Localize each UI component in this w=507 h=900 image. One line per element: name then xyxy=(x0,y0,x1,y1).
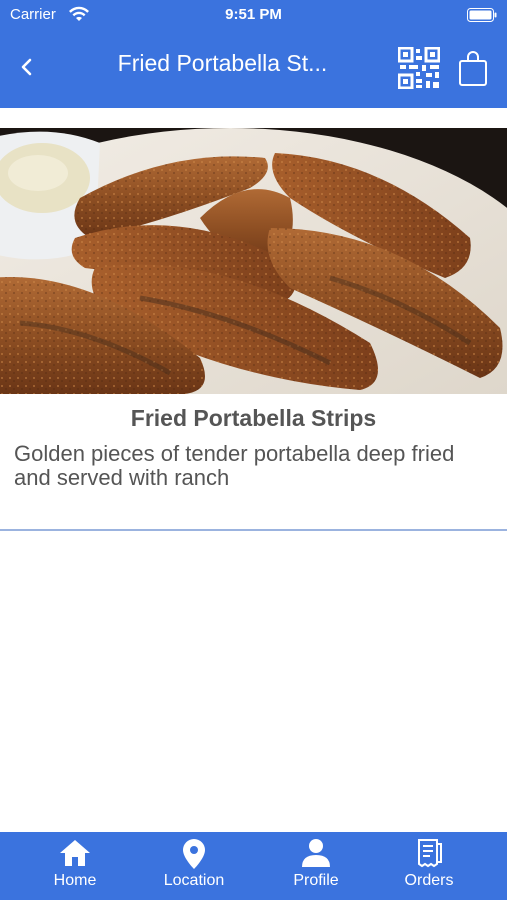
nav-bar: Fried Portabella St... xyxy=(0,30,507,108)
item-details: Fried Portabella Strips Golden pieces of… xyxy=(0,394,507,490)
tab-profile[interactable]: Profile xyxy=(261,832,371,900)
tab-bar: Home Location Profile Orders xyxy=(0,832,507,900)
item-photo xyxy=(0,128,507,394)
receipt-icon xyxy=(418,839,442,868)
tab-orders[interactable]: Orders xyxy=(374,832,484,900)
location-pin-icon xyxy=(183,839,205,869)
back-chevron-icon[interactable] xyxy=(14,52,40,82)
divider xyxy=(0,529,507,531)
tab-label-home: Home xyxy=(53,872,97,889)
tab-home[interactable]: Home xyxy=(20,832,130,900)
nav-title: Fried Portabella St... xyxy=(117,50,328,76)
status-time: 9:51 PM xyxy=(225,6,282,23)
shopping-bag-icon[interactable] xyxy=(458,49,488,87)
fried-portabella-image xyxy=(0,128,507,394)
tab-location[interactable]: Location xyxy=(139,832,249,900)
tab-label-profile: Profile xyxy=(293,872,339,889)
item-title: Fried Portabella Strips xyxy=(130,405,377,431)
status-bar: Carrier 9:51 PM xyxy=(0,0,507,30)
tab-label-orders: Orders xyxy=(404,872,454,889)
item-description: Golden pieces of tender portabella deep … xyxy=(14,441,455,490)
home-icon xyxy=(60,840,90,866)
profile-icon xyxy=(302,839,330,867)
tab-label-location: Location xyxy=(163,872,225,889)
battery-icon xyxy=(467,8,497,22)
qr-code-icon[interactable] xyxy=(398,47,440,89)
